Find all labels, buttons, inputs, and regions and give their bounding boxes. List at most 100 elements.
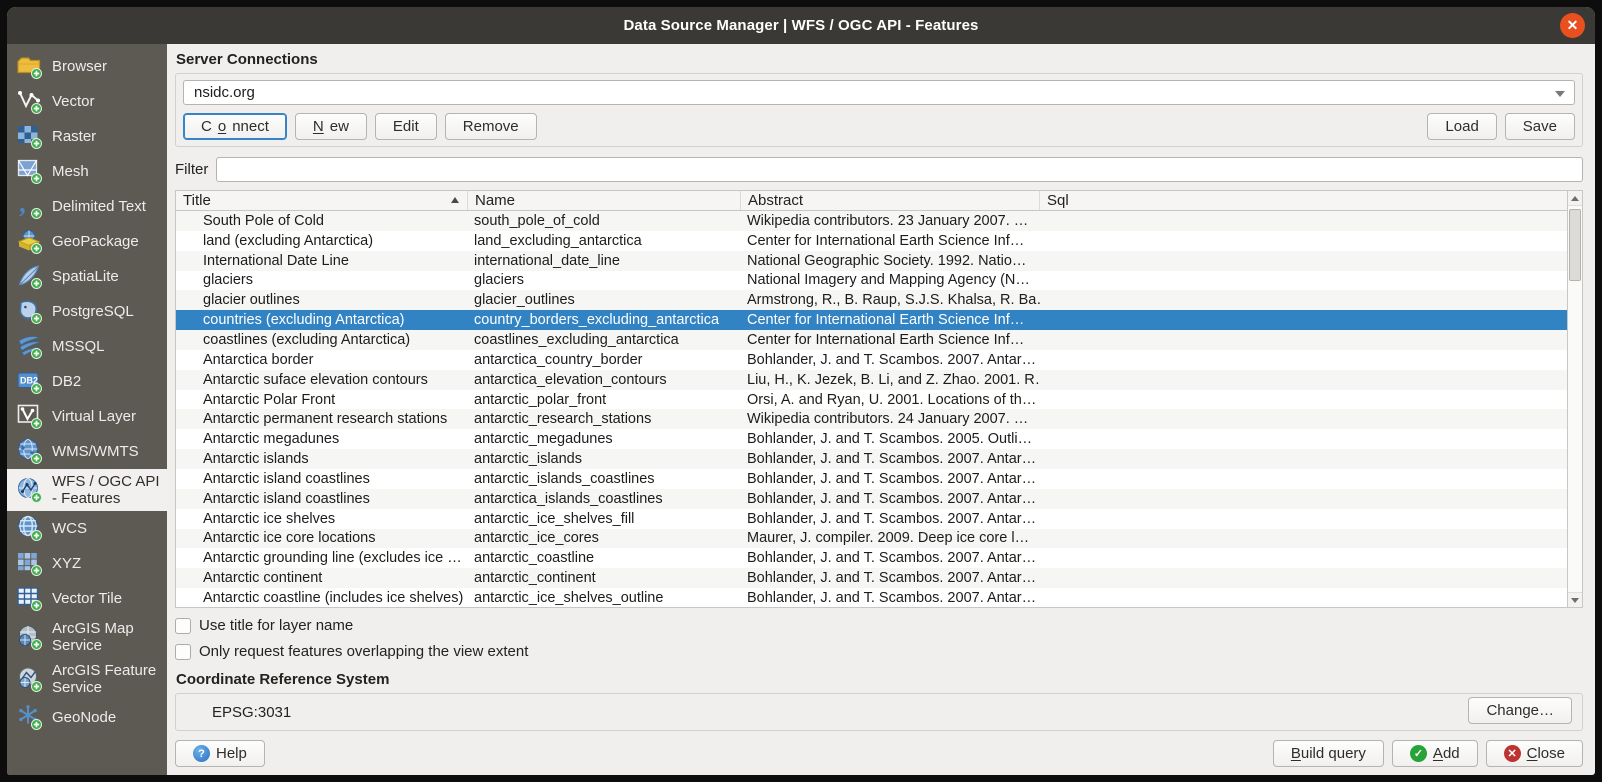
column-header-name[interactable]: Name (468, 191, 741, 210)
raster-icon (16, 123, 43, 150)
table-row[interactable]: countries (excluding Antarctica)country_… (176, 310, 1567, 330)
cell-abstract: Bohlander, J. and T. Scambos. 2005. Outl… (741, 431, 1040, 447)
table-row[interactable]: International Date Lineinternational_dat… (176, 251, 1567, 271)
cell-name: antarctic_islands_coastlines (468, 471, 741, 487)
table-row[interactable]: Antarctic island coastlinesantarctic_isl… (176, 469, 1567, 489)
check-icon: ✓ (1410, 745, 1427, 762)
scrollbar-track[interactable] (1568, 206, 1582, 592)
crs-group: EPSG:3031 Change… (175, 693, 1583, 731)
db2-icon: DB2 (16, 368, 43, 395)
column-header-sql[interactable]: Sql (1040, 191, 1567, 210)
table-row[interactable]: glaciersglaciersNational Imagery and Map… (176, 271, 1567, 291)
column-header-title[interactable]: Title (176, 191, 468, 210)
table-row[interactable]: Antarctic Polar Frontantarctic_polar_fro… (176, 390, 1567, 410)
sidebar-item-wfs-ogc-api-features[interactable]: WFS / OGC API - Features (7, 469, 167, 511)
sidebar-item-xyz[interactable]: XYZ (7, 546, 167, 581)
scroll-up-icon[interactable] (1568, 191, 1582, 206)
cell-name: antarctic_ice_cores (468, 530, 741, 546)
cell-title: Antarctic permanent research stations (176, 411, 468, 427)
cell-name: glaciers (468, 272, 741, 288)
cell-name: antarctic_research_stations (468, 411, 741, 427)
sidebar-item-mssql[interactable]: MSSQL (7, 329, 167, 364)
new-button[interactable]: New (295, 113, 367, 140)
save-button[interactable]: Save (1505, 113, 1575, 140)
sidebar-item-mesh[interactable]: Mesh (7, 154, 167, 189)
table-row[interactable]: Antarctic grounding line (excludes ice …… (176, 548, 1567, 568)
cell-abstract: Bohlander, J. and T. Scambos. 2007. Anta… (741, 471, 1040, 487)
table-row[interactable]: Antarctic megadunesantarctic_megadunesBo… (176, 429, 1567, 449)
sidebar-item-browser[interactable]: Browser (7, 49, 167, 84)
use-title-checkbox[interactable] (175, 618, 191, 634)
table-row[interactable]: coastlines (excluding Antarctica)coastli… (176, 330, 1567, 350)
crs-change-button[interactable]: Change… (1468, 697, 1572, 724)
cell-abstract: Center for International Earth Science I… (741, 233, 1040, 249)
sidebar-item-postgresql[interactable]: PostgreSQL (7, 294, 167, 329)
only-overlapping-checkbox-row[interactable]: Only request features overlapping the vi… (175, 643, 1583, 660)
sidebar-item-label: ArcGIS Map Service (52, 620, 165, 654)
cell-abstract: National Imagery and Mapping Agency (N… (741, 272, 1040, 288)
connection-select[interactable]: nsidc.org (183, 80, 1575, 105)
connect-button[interactable]: Connect (183, 113, 287, 140)
sidebar-item-wcs[interactable]: WCS (7, 511, 167, 546)
sidebar-item-geopackage[interactable]: GeoPackage (7, 224, 167, 259)
sidebar-item-vector[interactable]: Vector (7, 84, 167, 119)
cell-title: Antarctic ice shelves (176, 511, 468, 527)
table-row[interactable]: Antarctic suface elevation contoursantar… (176, 370, 1567, 390)
sidebar-item-label: WMS/WMTS (52, 443, 165, 460)
table-row[interactable]: Antarctic ice shelvesantarctic_ice_shelv… (176, 509, 1567, 529)
only-overlapping-checkbox[interactable] (175, 644, 191, 660)
cell-abstract: Liu, H., K. Jezek, B. Li, and Z. Zhao. 2… (741, 372, 1040, 388)
sidebar-item-arcgis-feature-service[interactable]: ArcGIS Feature Service (7, 658, 167, 700)
filter-input[interactable] (216, 157, 1583, 182)
sidebar-item-vector-tile[interactable]: Vector Tile (7, 581, 167, 616)
table-row[interactable]: South Pole of Coldsouth_pole_of_coldWiki… (176, 211, 1567, 231)
scrollbar-thumb[interactable] (1569, 209, 1581, 281)
table-row[interactable]: Antarctic continentantarctic_continentBo… (176, 568, 1567, 588)
use-title-checkbox-row[interactable]: Use title for layer name (175, 617, 1583, 634)
sidebar-item-db2[interactable]: DB2 DB2 (7, 364, 167, 399)
cell-title: Antarctic island coastlines (176, 491, 468, 507)
sidebar-item-virtual-layer[interactable]: Virtual Layer (7, 399, 167, 434)
close-button[interactable]: ✕Close (1486, 740, 1583, 767)
table-row[interactable]: glacier outlinesglacier_outlinesArmstron… (176, 290, 1567, 310)
load-button[interactable]: Load (1427, 113, 1496, 140)
table-vertical-scrollbar[interactable] (1567, 191, 1582, 607)
table-row[interactable]: Antarctic coastline (includes ice shelve… (176, 588, 1567, 607)
sidebar-item-raster[interactable]: Raster (7, 119, 167, 154)
table-row[interactable]: Antarctic ice core locationsantarctic_ic… (176, 529, 1567, 549)
window-close-button[interactable]: ✕ (1560, 13, 1585, 38)
wcs-icon (16, 515, 43, 542)
table-row[interactable]: Antarctic permanent research stationsant… (176, 409, 1567, 429)
titlebar[interactable]: Data Source Manager | WFS / OGC API - Fe… (7, 7, 1595, 44)
help-icon: ? (193, 745, 210, 762)
sidebar-item-label: GeoPackage (52, 233, 165, 250)
edit-button[interactable]: Edit (375, 113, 437, 140)
sidebar-item-arcgis-map-service[interactable]: ArcGIS Map Service (7, 616, 167, 658)
cell-title: Antarctic suface elevation contours (176, 372, 468, 388)
remove-button[interactable]: Remove (445, 113, 537, 140)
cell-title: South Pole of Cold (176, 213, 468, 229)
cell-abstract: Maurer, J. compiler. 2009. Deep ice core… (741, 530, 1040, 546)
svg-text:,: , (19, 193, 26, 218)
table-row[interactable]: Antarctic islandsantarctic_islandsBohlan… (176, 449, 1567, 469)
arcgis-feature-icon (16, 666, 43, 693)
scroll-down-icon[interactable] (1568, 592, 1582, 607)
table-row[interactable]: Antarctica borderantarctica_country_bord… (176, 350, 1567, 370)
table-row[interactable]: Antarctic island coastlinesantarctica_is… (176, 489, 1567, 509)
sidebar-item-geonode[interactable]: GeoNode (7, 700, 167, 735)
cell-title: Antarctic grounding line (excludes ice … (176, 550, 468, 566)
column-header-abstract[interactable]: Abstract (741, 191, 1040, 210)
help-button[interactable]: ?Help (175, 740, 265, 767)
postgres-icon (16, 298, 43, 325)
build-query-button[interactable]: Build query (1273, 740, 1384, 767)
sidebar-item-spatialite[interactable]: SpatiaLite (7, 259, 167, 294)
table-row[interactable]: land (excluding Antarctica)land_excludin… (176, 231, 1567, 251)
cell-title: Antarctica border (176, 352, 468, 368)
sidebar-item-label: DB2 (52, 373, 165, 390)
sidebar-item-delimited-text[interactable]: , Delimited Text (7, 189, 167, 224)
geonode-icon (16, 704, 43, 731)
cell-abstract: Orsi, A. and Ryan, U. 2001. Locations of… (741, 392, 1040, 408)
sidebar-item-label: Delimited Text (52, 198, 165, 215)
sidebar-item-wms-wmts[interactable]: WMS/WMTS (7, 434, 167, 469)
add-button[interactable]: ✓Add (1392, 740, 1478, 767)
